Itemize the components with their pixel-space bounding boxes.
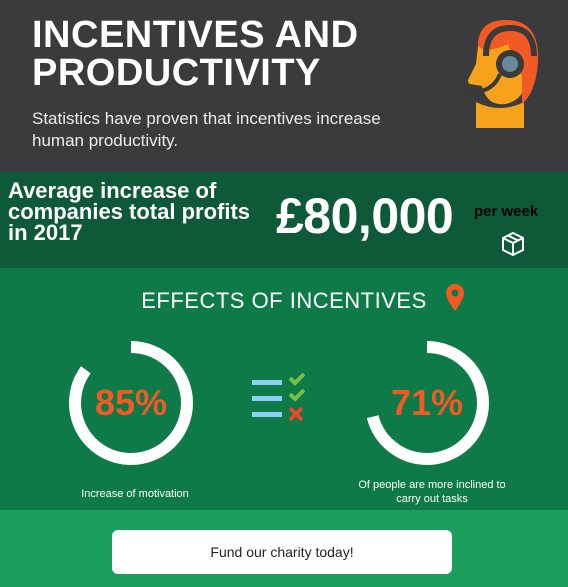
tasks-percent: 71% bbox=[390, 382, 464, 423]
cta-section: Fund our charity today! bbox=[0, 510, 568, 587]
page-title: INCENTIVES AND PRODUCTIVITY bbox=[32, 16, 432, 92]
motivation-caption: Increase of motivation bbox=[81, 488, 189, 500]
checklist-icon bbox=[252, 372, 306, 422]
profit-label-line-2: companies total profits bbox=[8, 199, 251, 224]
profit-unit: per week bbox=[474, 203, 539, 220]
effects-title: EFFECTS OF INCENTIVES bbox=[141, 288, 427, 313]
location-pin-icon bbox=[446, 284, 464, 311]
profit-label: Average increase of companies total prof… bbox=[8, 178, 278, 245]
headset-person-icon bbox=[466, 20, 539, 128]
profit-amount: £80,000 bbox=[276, 188, 454, 244]
effects-section: EFFECTS OF INCENTIVES 85% Increase of mo… bbox=[0, 268, 568, 510]
box-icon bbox=[502, 231, 524, 256]
profit-banner: Average increase of companies total prof… bbox=[0, 172, 568, 268]
page-subtitle: Statistics have proven that incentives i… bbox=[32, 109, 381, 150]
title-line-2: PRODUCTIVITY bbox=[32, 52, 321, 94]
profit-label-line-1: Average increase of bbox=[8, 178, 217, 203]
fund-charity-button[interactable]: Fund our charity today! bbox=[112, 530, 452, 574]
tasks-caption: Of people are more inclined to carry out… bbox=[358, 479, 506, 505]
title-line-1: INCENTIVES AND bbox=[32, 14, 359, 56]
motivation-percent: 85% bbox=[94, 382, 168, 423]
profit-label-line-3: in 2017 bbox=[8, 220, 83, 245]
header-section: INCENTIVES AND PRODUCTIVITY Statistics h… bbox=[0, 0, 568, 172]
